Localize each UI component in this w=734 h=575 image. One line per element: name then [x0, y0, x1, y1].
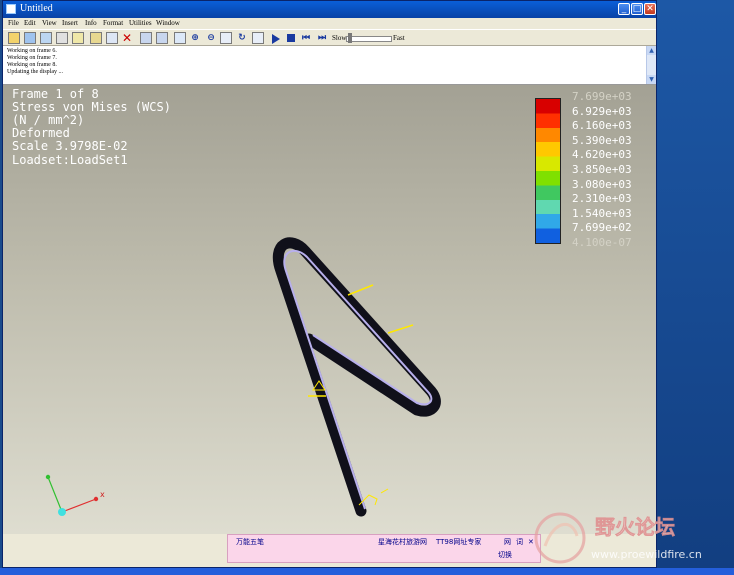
play-icon[interactable] [272, 34, 280, 44]
spin-icon[interactable]: ↻ [236, 32, 248, 44]
ime-link[interactable]: 星海花村旅游网 [378, 538, 427, 547]
ime-link[interactable]: TT98网址专家 [436, 538, 481, 547]
legend-label: 5.390e+03 [572, 133, 632, 147]
menu-insert[interactable]: Insert [62, 18, 78, 29]
step-forward-icon[interactable]: ⏭ [316, 32, 328, 44]
ime-switch-button[interactable]: 切换 [498, 551, 512, 560]
triad-y-axis [47, 476, 63, 513]
title-bar[interactable]: Untitled _ □ ✕ [3, 1, 656, 18]
tiles-icon[interactable] [156, 32, 168, 44]
legend-label: 7.699e+02 [572, 221, 632, 235]
application-window: Untitled _ □ ✕ File Edit View Insert Inf… [2, 0, 657, 568]
graphics-viewport[interactable]: Frame 1 of 8 Stress von Mises (WCS) (N /… [3, 85, 656, 534]
scroll-up-icon[interactable]: ▲ [647, 46, 656, 55]
watermark-title: 野火论坛 [595, 515, 675, 539]
menu-file[interactable]: File [8, 18, 19, 29]
triad-y-dot [45, 474, 51, 480]
legend-label: 6.160e+03 [572, 119, 632, 133]
save-as-icon[interactable] [40, 32, 52, 44]
ime-mode-button[interactable]: 网 [504, 538, 511, 547]
triad-x-dot [93, 496, 99, 502]
menu-edit[interactable]: Edit [24, 18, 36, 29]
message-line: Working on frame 8. [7, 62, 57, 68]
model-shadow [272, 237, 441, 517]
close-button[interactable]: ✕ [644, 3, 656, 15]
message-line: Updating the display ... [7, 69, 63, 75]
menu-window[interactable]: Window [156, 18, 180, 29]
speed-slider-thumb[interactable] [348, 33, 353, 43]
site-watermark: 野火论坛 www.proewildfire.cn [534, 512, 702, 564]
message-line: Working on frame 7. [7, 55, 57, 61]
message-scrollbar[interactable]: ▲ ▼ [646, 46, 656, 84]
zoom-in-icon[interactable]: ⊕ [189, 32, 201, 44]
export-icon[interactable] [90, 32, 102, 44]
model-edge [283, 249, 433, 510]
window-title: Untitled [20, 3, 53, 14]
constraint-marker [380, 488, 389, 494]
menu-bar: File Edit View Insert Info Format Utilit… [3, 18, 656, 29]
speed-slow-label: Slow [332, 34, 347, 42]
delete-icon[interactable]: ✕ [122, 32, 134, 44]
load-marker [387, 324, 414, 334]
ime-name[interactable]: 万能五笔 [236, 538, 264, 547]
ime-toolbar: 万能五笔 星海花村旅游网 TT98网址专家 网 词 ✕ 切换 [227, 534, 541, 563]
desktop-background [657, 0, 734, 575]
taskbar[interactable] [0, 568, 734, 575]
legend-label: 7.699e+03 [572, 90, 632, 103]
refit-icon[interactable] [220, 32, 232, 44]
legend-label: 6.929e+03 [572, 104, 632, 118]
triad-origin [58, 508, 66, 516]
orient-icon[interactable] [252, 32, 264, 44]
maximize-button[interactable]: □ [631, 3, 643, 15]
message-area: Working on frame 6. Working on frame 7. … [3, 46, 656, 85]
watermark-logo-icon [534, 512, 586, 564]
message-line: Working on frame 6. [7, 48, 57, 54]
grid-icon[interactable] [140, 32, 152, 44]
menu-info[interactable]: Info [85, 18, 97, 29]
stop-icon[interactable] [287, 34, 295, 42]
zoom-out-icon[interactable]: ⊖ [205, 32, 217, 44]
open-icon[interactable] [8, 32, 20, 44]
speed-slider[interactable] [346, 36, 392, 42]
legend-label: 3.850e+03 [572, 163, 632, 176]
ime-mode-button[interactable]: 词 [516, 538, 523, 547]
watermark-logo-flame [543, 522, 579, 547]
menu-view[interactable]: View [42, 18, 57, 29]
triad-x-label: x [100, 490, 105, 499]
load-marker [347, 284, 374, 296]
legend-label: 3.080e+03 [572, 177, 632, 191]
legend-label: 4.100e-07 [572, 236, 632, 249]
copy-icon[interactable] [106, 32, 118, 44]
toolbar: ✕ ⊕ ⊖ ↻ ⏮ ⏭ Slow Fast [3, 29, 656, 46]
legend-label: 2.310e+03 [572, 192, 632, 206]
menu-utilities[interactable]: Utilities [129, 18, 152, 29]
print-icon[interactable] [56, 32, 68, 44]
triad-x-axis [61, 498, 97, 513]
legend-label: 1.540e+03 [572, 206, 632, 220]
minimize-button[interactable]: _ [618, 3, 630, 15]
app-icon [6, 4, 16, 14]
scroll-down-icon[interactable]: ▼ [647, 75, 656, 84]
window-icon[interactable] [72, 32, 84, 44]
step-back-icon[interactable]: ⏮ [300, 32, 312, 44]
menu-format[interactable]: Format [103, 18, 123, 29]
deformed-model-view: x [45, 237, 441, 517]
save-icon[interactable] [24, 32, 36, 44]
watermark-url: www.proewildfire.cn [591, 548, 702, 561]
frame-icon[interactable] [174, 32, 186, 44]
speed-fast-label: Fast [393, 34, 405, 42]
legend-label: 4.620e+03 [572, 148, 632, 162]
